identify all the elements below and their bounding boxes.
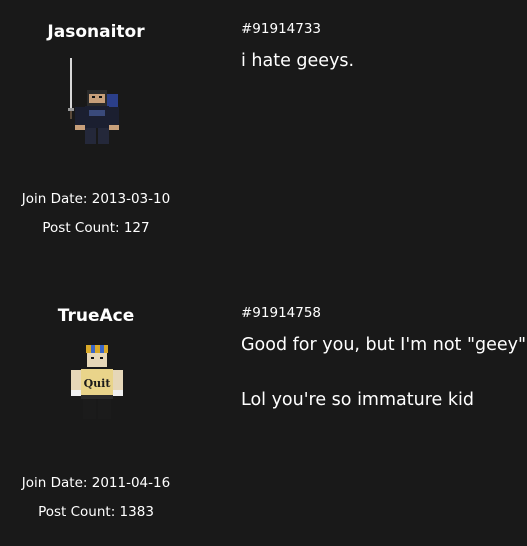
post-id-link[interactable]: #91914758 [241, 304, 521, 322]
post-author-panel: TrueAce Quit Join Date: 2011-04-16 Post … [0, 284, 192, 544]
post-id-link[interactable]: #91914733 [241, 20, 521, 38]
avatar-image [68, 58, 119, 144]
author-username[interactable]: TrueAce [0, 306, 192, 326]
post-body-text: Lol you're so immature kid [241, 390, 474, 410]
forum-post: TrueAce Quit Join Date: 2011-04-16 Post … [0, 284, 527, 544]
author-post-count: Post Count: 1383 [38, 504, 154, 520]
author-post-count: Post Count: 127 [42, 220, 150, 236]
svg-text:Quit: Quit [84, 377, 112, 390]
forum-post: Jasonaitor Join Date: 2013-03-10 Post Co… [0, 0, 527, 260]
post-body-text: i hate geeys. [241, 51, 355, 71]
author-username[interactable]: Jasonaitor [0, 22, 192, 42]
author-join-date: Join Date: 2011-04-16 [21, 475, 171, 491]
author-join-date: Join Date: 2013-03-10 [21, 191, 171, 207]
quit-shirt-avatar-icon[interactable]: Quit [56, 336, 136, 436]
ninja-avatar-icon[interactable] [56, 52, 136, 152]
post-author-panel: Jasonaitor Join Date: 2013-03-10 Post Co… [0, 0, 192, 260]
avatar-image: Quit [71, 345, 123, 419]
forum-thread: Jasonaitor Join Date: 2013-03-10 Post Co… [0, 0, 527, 546]
post-content: #91914758 Good for you, but I'm not "gee… [241, 304, 527, 411]
post-content: #91914733 i hate geeys. [241, 20, 521, 72]
post-body-text: Good for you, but I'm not "geey" [241, 335, 527, 355]
